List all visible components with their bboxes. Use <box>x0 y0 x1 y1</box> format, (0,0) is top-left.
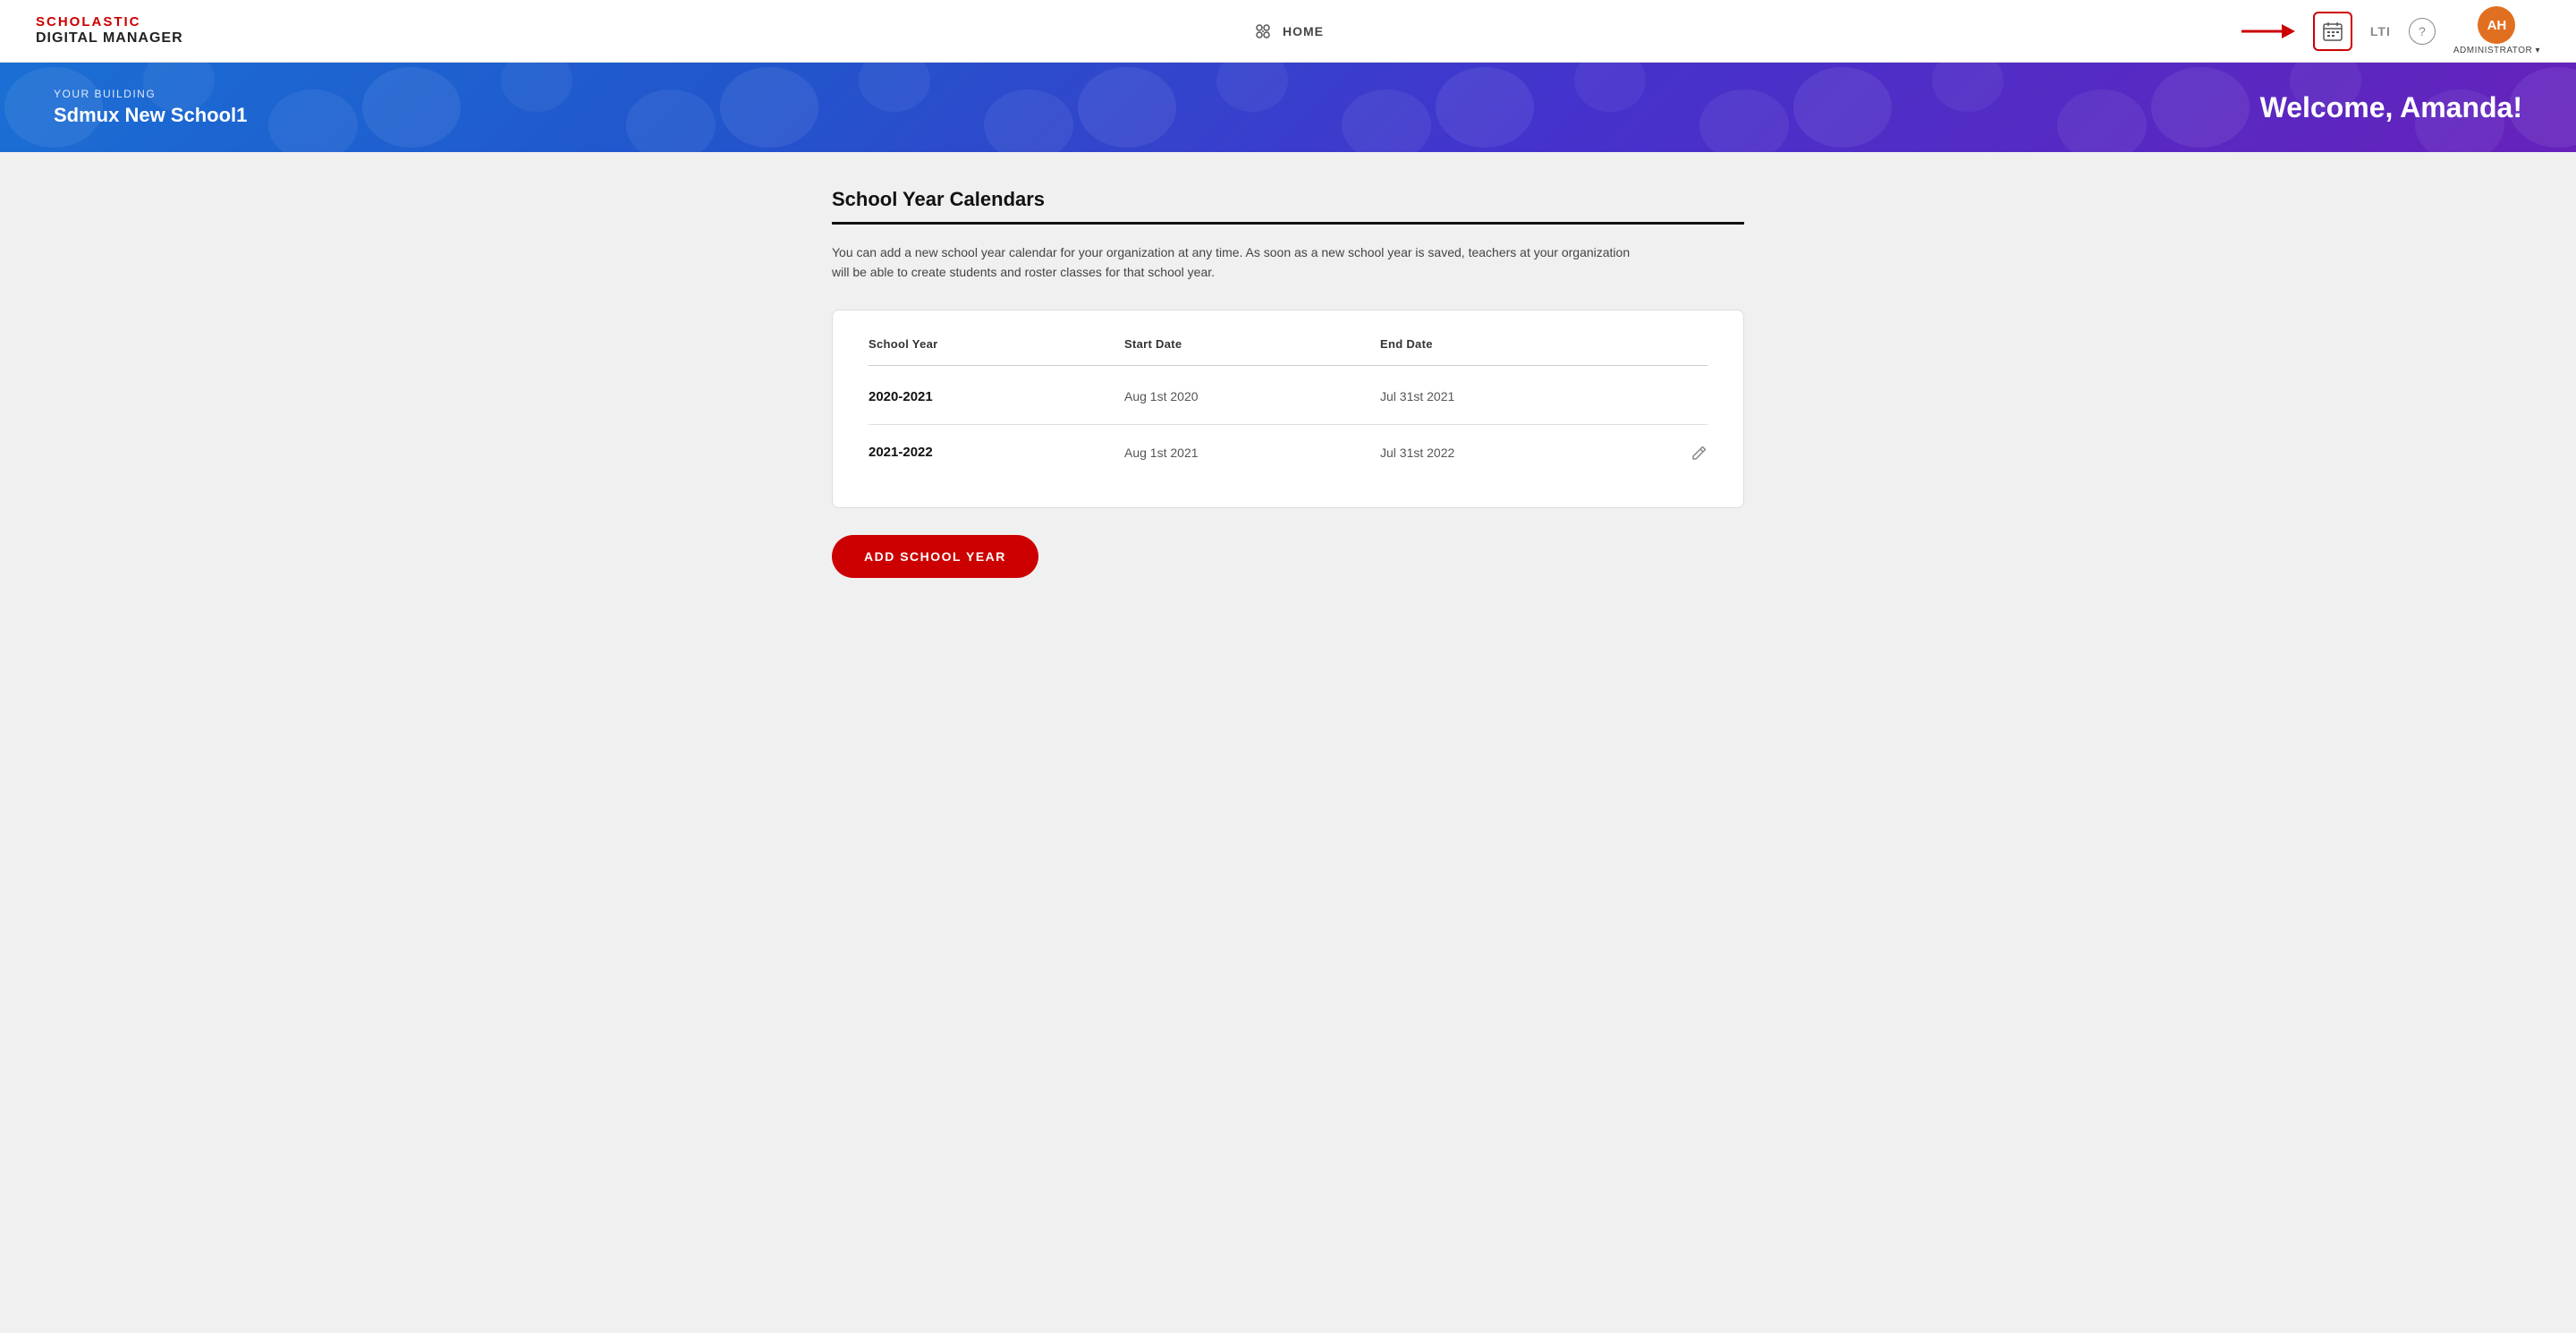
avatar-initials: AH <box>2478 6 2515 44</box>
end-date-value: Jul 31st 2021 <box>1380 389 1636 403</box>
end-date-value: Jul 31st 2022 <box>1380 446 1636 460</box>
start-date-value: Aug 1st 2020 <box>1124 389 1380 403</box>
pencil-icon <box>1691 445 1707 461</box>
logo-dm: DIGITAL MANAGER <box>36 30 183 47</box>
your-building-label: YOUR BUILDING <box>54 88 247 100</box>
header-right: LTI ? AH ADMINISTRATOR ▾ <box>2241 6 2540 55</box>
table-header-row: School Year Start Date End Date <box>869 337 1707 366</box>
help-button[interactable]: ? <box>2409 18 2436 45</box>
col-header-actions <box>1636 337 1707 351</box>
welcome-message: Welcome, Amanda! <box>2260 91 2522 124</box>
avatar-role: ADMINISTRATOR ▾ <box>2453 46 2540 55</box>
table-row: 2020-2021 Aug 1st 2020 Jul 31st 2021 <box>869 369 1707 425</box>
col-header-school-year: School Year <box>869 337 1124 351</box>
main-content: School Year Calendars You can add a new … <box>796 188 1780 578</box>
school-year-table-card: School Year Start Date End Date 2020-202… <box>832 310 1744 508</box>
logo-scholastic: SCHOLASTIC <box>36 15 183 30</box>
school-year-value: 2021-2022 <box>869 445 1124 460</box>
calendar-icon <box>2323 21 2343 41</box>
header: SCHOLASTIC DIGITAL MANAGER HOME <box>0 0 2576 63</box>
table-row: 2021-2022 Aug 1st 2021 Jul 31st 2022 <box>869 425 1707 480</box>
banner-left: YOUR BUILDING Sdmux New School1 <box>54 88 247 127</box>
section-description: You can add a new school year calendar f… <box>832 242 1637 283</box>
section-title: School Year Calendars <box>832 188 1744 225</box>
school-name: Sdmux New School1 <box>54 104 247 127</box>
home-label: HOME <box>1283 24 1324 38</box>
col-header-end-date: End Date <box>1380 337 1636 351</box>
edit-button[interactable] <box>1636 445 1707 461</box>
red-arrow-icon <box>2241 17 2295 46</box>
lti-button[interactable]: LTI <box>2370 24 2391 38</box>
calendar-button[interactable] <box>2313 12 2352 51</box>
start-date-value: Aug 1st 2021 <box>1124 446 1380 460</box>
arrow-indicator <box>2241 17 2295 46</box>
col-header-start-date: Start Date <box>1124 337 1380 351</box>
logo: SCHOLASTIC DIGITAL MANAGER <box>36 15 183 46</box>
school-year-value: 2020-2021 <box>869 389 1124 404</box>
home-nav[interactable]: HOME <box>1252 21 1324 42</box>
user-avatar[interactable]: AH ADMINISTRATOR ▾ <box>2453 6 2540 55</box>
banner: YOUR BUILDING Sdmux New School1 Welcome,… <box>0 63 2576 152</box>
home-icon <box>1252 21 1274 42</box>
add-school-year-button[interactable]: ADD SCHOOL YEAR <box>832 535 1038 578</box>
